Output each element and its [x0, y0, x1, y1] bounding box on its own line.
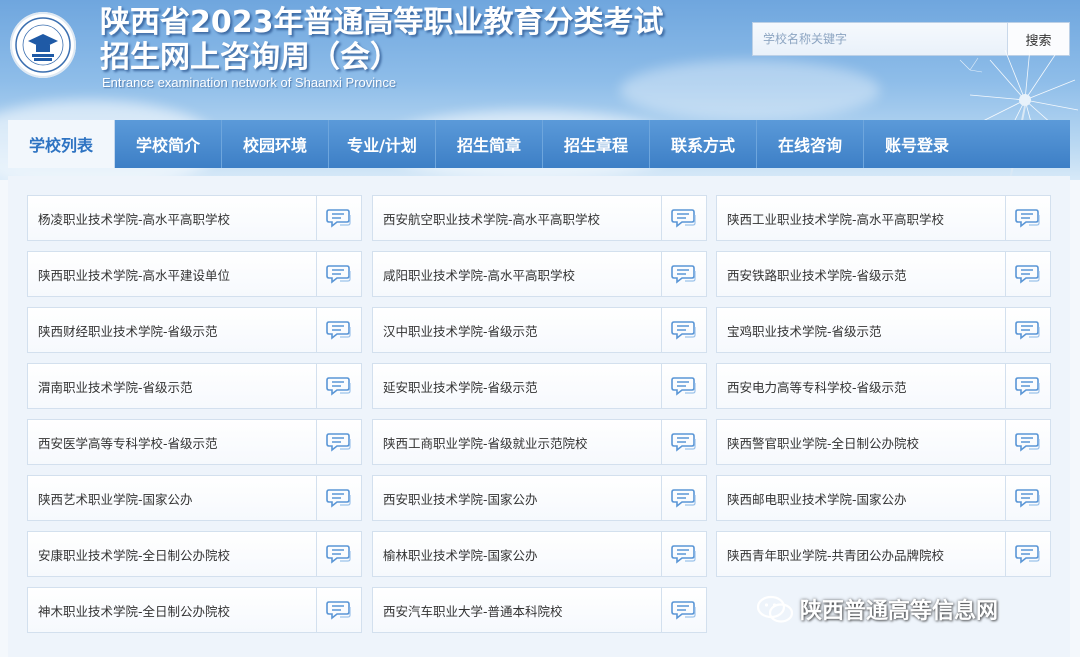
school-card[interactable]: 陕西邮电职业技术学院-国家公办 — [716, 475, 1051, 521]
chat-bubble-icon[interactable] — [661, 476, 706, 520]
school-card[interactable]: 榆林职业技术学院-国家公办 — [372, 531, 707, 577]
school-card[interactable]: 陕西青年职业学院-共青团公办品牌院校 — [716, 531, 1051, 577]
school-name[interactable]: 西安汽车职业大学-普通本科院校 — [373, 601, 661, 620]
cloud-decoration — [620, 60, 880, 120]
chat-bubble-icon[interactable] — [661, 532, 706, 576]
site-title: 陕西省2023年普通高等职业教育分类考试 — [100, 5, 664, 40]
school-card[interactable]: 宝鸡职业技术学院-省级示范 — [716, 307, 1051, 353]
school-card[interactable]: 西安铁路职业技术学院-省级示范 — [716, 251, 1051, 297]
school-name[interactable]: 西安航空职业技术学院-高水平高职学校 — [373, 209, 661, 228]
nav-tab-contact[interactable]: 联系方式 — [650, 120, 757, 168]
wechat-icon — [756, 595, 794, 623]
school-name[interactable]: 西安职业技术学院-国家公办 — [373, 489, 661, 508]
site-title-line2: 招生网上咨询周（会） — [100, 40, 400, 75]
school-name[interactable]: 西安医学高等专科学校-省级示范 — [28, 433, 316, 452]
school-card[interactable]: 西安医学高等专科学校-省级示范 — [27, 419, 362, 465]
school-logo-icon — [10, 12, 76, 78]
nav-tab-school-list[interactable]: 学校列表 — [8, 120, 115, 168]
site-subtitle: Entrance examination network of Shaanxi … — [102, 75, 397, 90]
chat-bubble-icon[interactable] — [661, 308, 706, 352]
school-name[interactable]: 西安电力高等专科学校-省级示范 — [717, 377, 1005, 396]
school-card[interactable]: 西安电力高等专科学校-省级示范 — [716, 363, 1051, 409]
school-name[interactable]: 陕西工业职业技术学院-高水平高职学校 — [717, 209, 1005, 228]
school-card[interactable]: 陕西工业职业技术学院-高水平高职学校 — [716, 195, 1051, 241]
school-card[interactable]: 汉中职业技术学院-省级示范 — [372, 307, 707, 353]
watermark: 陕西普通高等信息网 — [756, 592, 998, 626]
school-name[interactable]: 汉中职业技术学院-省级示范 — [373, 321, 661, 340]
chat-bubble-icon[interactable] — [1005, 308, 1050, 352]
school-card[interactable]: 安康职业技术学院-全日制公办院校 — [27, 531, 362, 577]
nav-tab-login[interactable]: 账号登录 — [864, 120, 970, 168]
nav-tab-majors-plan[interactable]: 专业/计划 — [329, 120, 436, 168]
school-card[interactable]: 神木职业技术学院-全日制公办院校 — [27, 587, 362, 633]
school-name[interactable]: 陕西职业技术学院-高水平建设单位 — [28, 265, 316, 284]
chat-bubble-icon[interactable] — [661, 252, 706, 296]
school-name[interactable]: 陕西财经职业技术学院-省级示范 — [28, 321, 316, 340]
chat-bubble-icon[interactable] — [1005, 252, 1050, 296]
school-name[interactable]: 延安职业技术学院-省级示范 — [373, 377, 661, 396]
nav-tab-admission-brochure[interactable]: 招生简章 — [436, 120, 543, 168]
nav-tab-school-intro[interactable]: 学校简介 — [115, 120, 222, 168]
chat-bubble-icon[interactable] — [661, 588, 706, 632]
school-card[interactable]: 西安职业技术学院-国家公办 — [372, 475, 707, 521]
school-card[interactable]: 陕西工商职业学院-省级就业示范院校 — [372, 419, 707, 465]
watermark-text: 陕西普通高等信息网 — [800, 599, 999, 624]
chat-bubble-icon[interactable] — [316, 420, 361, 464]
school-card[interactable]: 陕西财经职业技术学院-省级示范 — [27, 307, 362, 353]
school-name[interactable]: 陕西警官职业学院-全日制公办院校 — [717, 433, 1005, 452]
chat-bubble-icon[interactable] — [1005, 196, 1050, 240]
school-list: 杨凌职业技术学院-高水平高职学校 西安航空职业技术学院-高水平高职学校 陕西工业职业… — [8, 176, 1070, 657]
school-name[interactable]: 安康职业技术学院-全日制公办院校 — [28, 545, 316, 564]
school-name[interactable]: 陕西艺术职业学院-国家公办 — [28, 489, 316, 508]
school-name[interactable]: 西安铁路职业技术学院-省级示范 — [717, 265, 1005, 284]
main-nav: 学校列表 学校简介 校园环境 专业/计划 招生简章 招生章程 联系方式 在线咨询… — [8, 120, 1070, 168]
nav-tab-admission-rules[interactable]: 招生章程 — [543, 120, 650, 168]
school-card[interactable]: 陕西艺术职业学院-国家公办 — [27, 475, 362, 521]
school-name[interactable]: 宝鸡职业技术学院-省级示范 — [717, 321, 1005, 340]
school-card[interactable]: 陕西警官职业学院-全日制公办院校 — [716, 419, 1051, 465]
chat-bubble-icon[interactable] — [1005, 532, 1050, 576]
chat-bubble-icon[interactable] — [661, 420, 706, 464]
school-card[interactable]: 渭南职业技术学院-省级示范 — [27, 363, 362, 409]
page-header: 陕西省2023年普通高等职业教育分类考试 招生网上咨询周（会） Entrance… — [0, 0, 1080, 180]
school-name[interactable]: 咸阳职业技术学院-高水平高职学校 — [373, 265, 661, 284]
school-card[interactable]: 咸阳职业技术学院-高水平高职学校 — [372, 251, 707, 297]
school-name[interactable]: 陕西工商职业学院-省级就业示范院校 — [373, 433, 661, 452]
chat-bubble-icon[interactable] — [1005, 420, 1050, 464]
school-name[interactable]: 渭南职业技术学院-省级示范 — [28, 377, 316, 396]
school-name[interactable]: 陕西邮电职业技术学院-国家公办 — [717, 489, 1005, 508]
chat-bubble-icon[interactable] — [316, 364, 361, 408]
school-card[interactable]: 西安航空职业技术学院-高水平高职学校 — [372, 195, 707, 241]
school-name[interactable]: 陕西青年职业学院-共青团公办品牌院校 — [717, 545, 1005, 564]
school-name[interactable]: 榆林职业技术学院-国家公办 — [373, 545, 661, 564]
chat-bubble-icon[interactable] — [316, 308, 361, 352]
chat-bubble-icon[interactable] — [661, 364, 706, 408]
school-card[interactable]: 杨凌职业技术学院-高水平高职学校 — [27, 195, 362, 241]
chat-bubble-icon[interactable] — [316, 476, 361, 520]
nav-tab-campus[interactable]: 校园环境 — [222, 120, 329, 168]
chat-bubble-icon[interactable] — [1005, 364, 1050, 408]
school-name[interactable]: 杨凌职业技术学院-高水平高职学校 — [28, 209, 316, 228]
chat-bubble-icon[interactable] — [316, 588, 361, 632]
chat-bubble-icon[interactable] — [316, 196, 361, 240]
school-name[interactable]: 神木职业技术学院-全日制公办院校 — [28, 601, 316, 620]
school-card[interactable]: 陕西职业技术学院-高水平建设单位 — [27, 251, 362, 297]
nav-tab-online-consult[interactable]: 在线咨询 — [757, 120, 864, 168]
chat-bubble-icon[interactable] — [316, 252, 361, 296]
chat-bubble-icon[interactable] — [316, 532, 361, 576]
chat-bubble-icon[interactable] — [1005, 476, 1050, 520]
school-card[interactable]: 延安职业技术学院-省级示范 — [372, 363, 707, 409]
school-card[interactable]: 西安汽车职业大学-普通本科院校 — [372, 587, 707, 633]
chat-bubble-icon[interactable] — [661, 196, 706, 240]
